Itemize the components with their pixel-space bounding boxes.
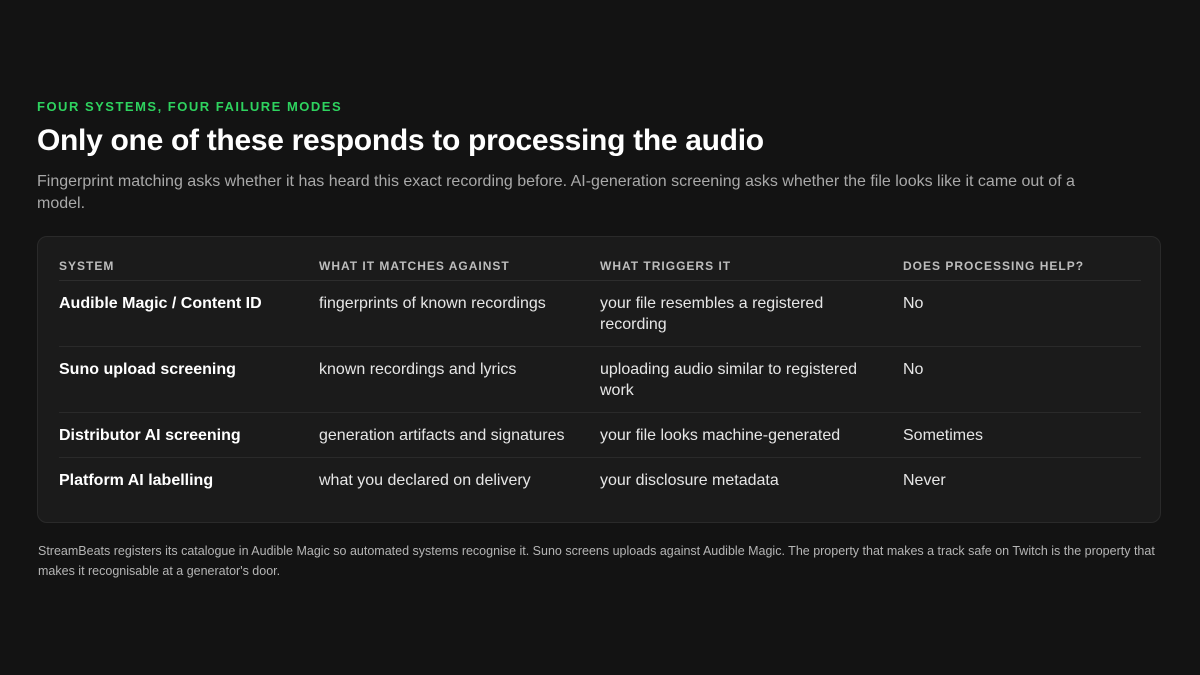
eyebrow: FOUR SYSTEMS, FOUR FAILURE MODES <box>37 99 343 114</box>
table-row: Distributor AI screening generation arti… <box>59 412 1141 458</box>
cell-processing-help: Never <box>903 472 946 489</box>
cell-system: Platform AI labelling <box>59 472 214 489</box>
comparison-table: SYSTEM WHAT IT MATCHES AGAINST WHAT TRIG… <box>59 252 1141 502</box>
cell-triggers: your file resembles a registered recordi… <box>600 280 903 347</box>
cell-matches-against: known recordings and lyrics <box>319 346 600 413</box>
cell-triggers: your file looks machine-generated <box>600 412 903 458</box>
cell-processing-help: No <box>903 346 1141 413</box>
cell-system: Audible Magic / Content ID <box>59 280 319 347</box>
cell-matches-against: fingerprints of known recordings <box>319 280 600 347</box>
cell-processing-help: Sometimes <box>903 412 1141 458</box>
cell-system: Distributor AI screening <box>59 412 319 458</box>
cell-matches-against: generation artifacts and signatures <box>319 412 600 458</box>
header-processing-help: DOES PROCESSING HELP? <box>903 252 1141 281</box>
cell-processing-help: No <box>903 280 1141 347</box>
table-row: Audible Magic / Content ID fingerprints … <box>59 280 1141 347</box>
table-header-row: SYSTEM WHAT IT MATCHES AGAINST WHAT TRIG… <box>59 252 1141 281</box>
header-matches-against: WHAT IT MATCHES AGAINST <box>319 252 600 281</box>
table-row: Platform AI labelling what you declared … <box>59 458 1141 503</box>
subtitle: Fingerprint matching asks whether it has… <box>37 173 1075 212</box>
header-triggers: WHAT TRIGGERS IT <box>600 252 903 281</box>
cell-matches-against: what you declared on delivery <box>319 472 531 489</box>
page-title: Only one of these responds to processing… <box>37 124 764 157</box>
cell-system: Suno upload screening <box>59 346 319 413</box>
footnote: StreamBeats registers its catalogue in A… <box>38 544 1155 578</box>
cell-triggers: your disclosure metadata <box>600 472 779 489</box>
header-system: SYSTEM <box>59 252 319 281</box>
comparison-card: SYSTEM WHAT IT MATCHES AGAINST WHAT TRIG… <box>37 236 1161 523</box>
cell-triggers: uploading audio similar to registered wo… <box>600 346 903 413</box>
table-row: Suno upload screening known recordings a… <box>59 346 1141 413</box>
